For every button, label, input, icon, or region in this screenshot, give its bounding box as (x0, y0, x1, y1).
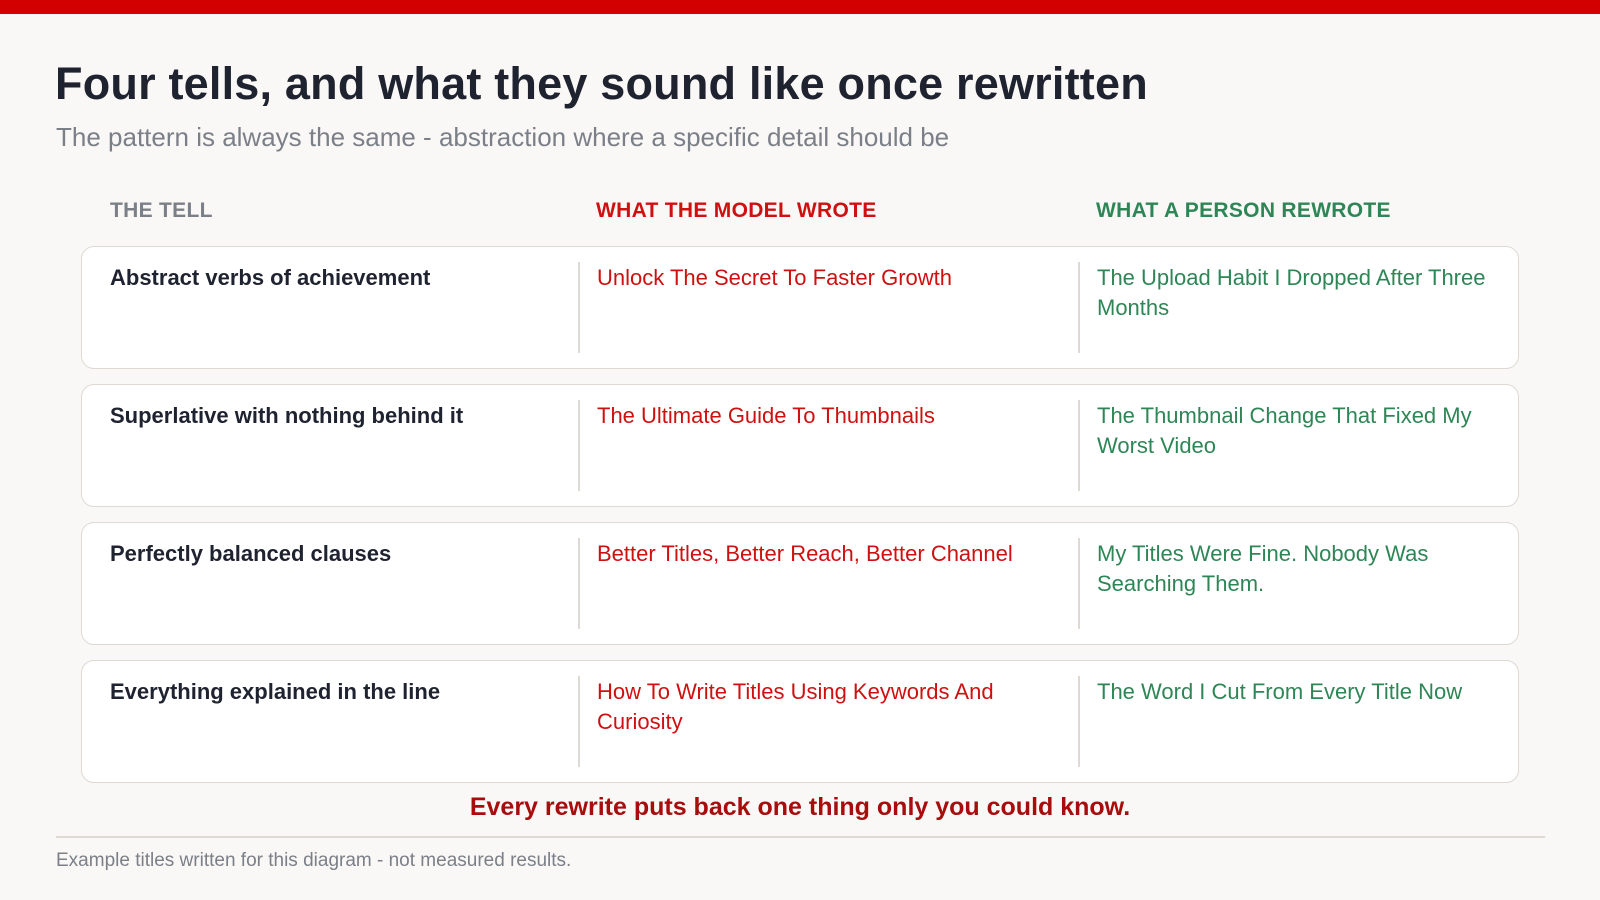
top-accent-bar (0, 0, 1600, 14)
column-divider (1078, 400, 1080, 491)
comparison-row: Superlative with nothing behind it The U… (81, 384, 1519, 507)
footnote: Example titles written for this diagram … (56, 850, 572, 871)
model-title: The Ultimate Guide To Thumbnails (597, 403, 935, 428)
column-divider (578, 676, 580, 767)
column-header-tell: THE TELL (110, 199, 213, 222)
tell-label: Perfectly balanced clauses (110, 541, 392, 566)
model-title: Unlock The Secret To Faster Growth (597, 265, 952, 290)
person-title: The Thumbnail Change That Fixed My Worst… (1097, 403, 1472, 458)
column-divider (578, 262, 580, 353)
tell-label: Superlative with nothing behind it (110, 403, 464, 428)
model-title: How To Write Titles Using Keywords And C… (597, 679, 994, 734)
column-header-person: WHAT A PERSON REWROTE (1096, 199, 1391, 222)
comparison-row: Perfectly balanced clauses Better Titles… (81, 522, 1519, 645)
footer-divider (56, 836, 1545, 838)
comparison-row: Abstract verbs of achievement Unlock The… (81, 246, 1519, 369)
column-divider (1078, 538, 1080, 629)
column-divider (1078, 262, 1080, 353)
conclusion-text: Every rewrite puts back one thing only y… (469, 793, 1131, 821)
column-divider (1078, 676, 1080, 767)
column-divider (578, 538, 580, 629)
column-divider (578, 400, 580, 491)
person-title: The Upload Habit I Dropped After Three M… (1097, 265, 1486, 320)
page-subtitle: The pattern is always the same - abstrac… (56, 122, 950, 152)
tell-label: Abstract verbs of achievement (110, 265, 431, 290)
column-header-model: WHAT THE MODEL WROTE (596, 199, 877, 222)
person-title: My Titles Were Fine. Nobody Was Searchin… (1097, 541, 1429, 596)
model-title: Better Titles, Better Reach, Better Chan… (597, 541, 1013, 566)
page-title: Four tells, and what they sound like onc… (55, 58, 1148, 109)
person-title: The Word I Cut From Every Title Now (1097, 679, 1463, 704)
comparison-row: Everything explained in the line How To … (81, 660, 1519, 783)
tell-label: Everything explained in the line (110, 679, 441, 704)
